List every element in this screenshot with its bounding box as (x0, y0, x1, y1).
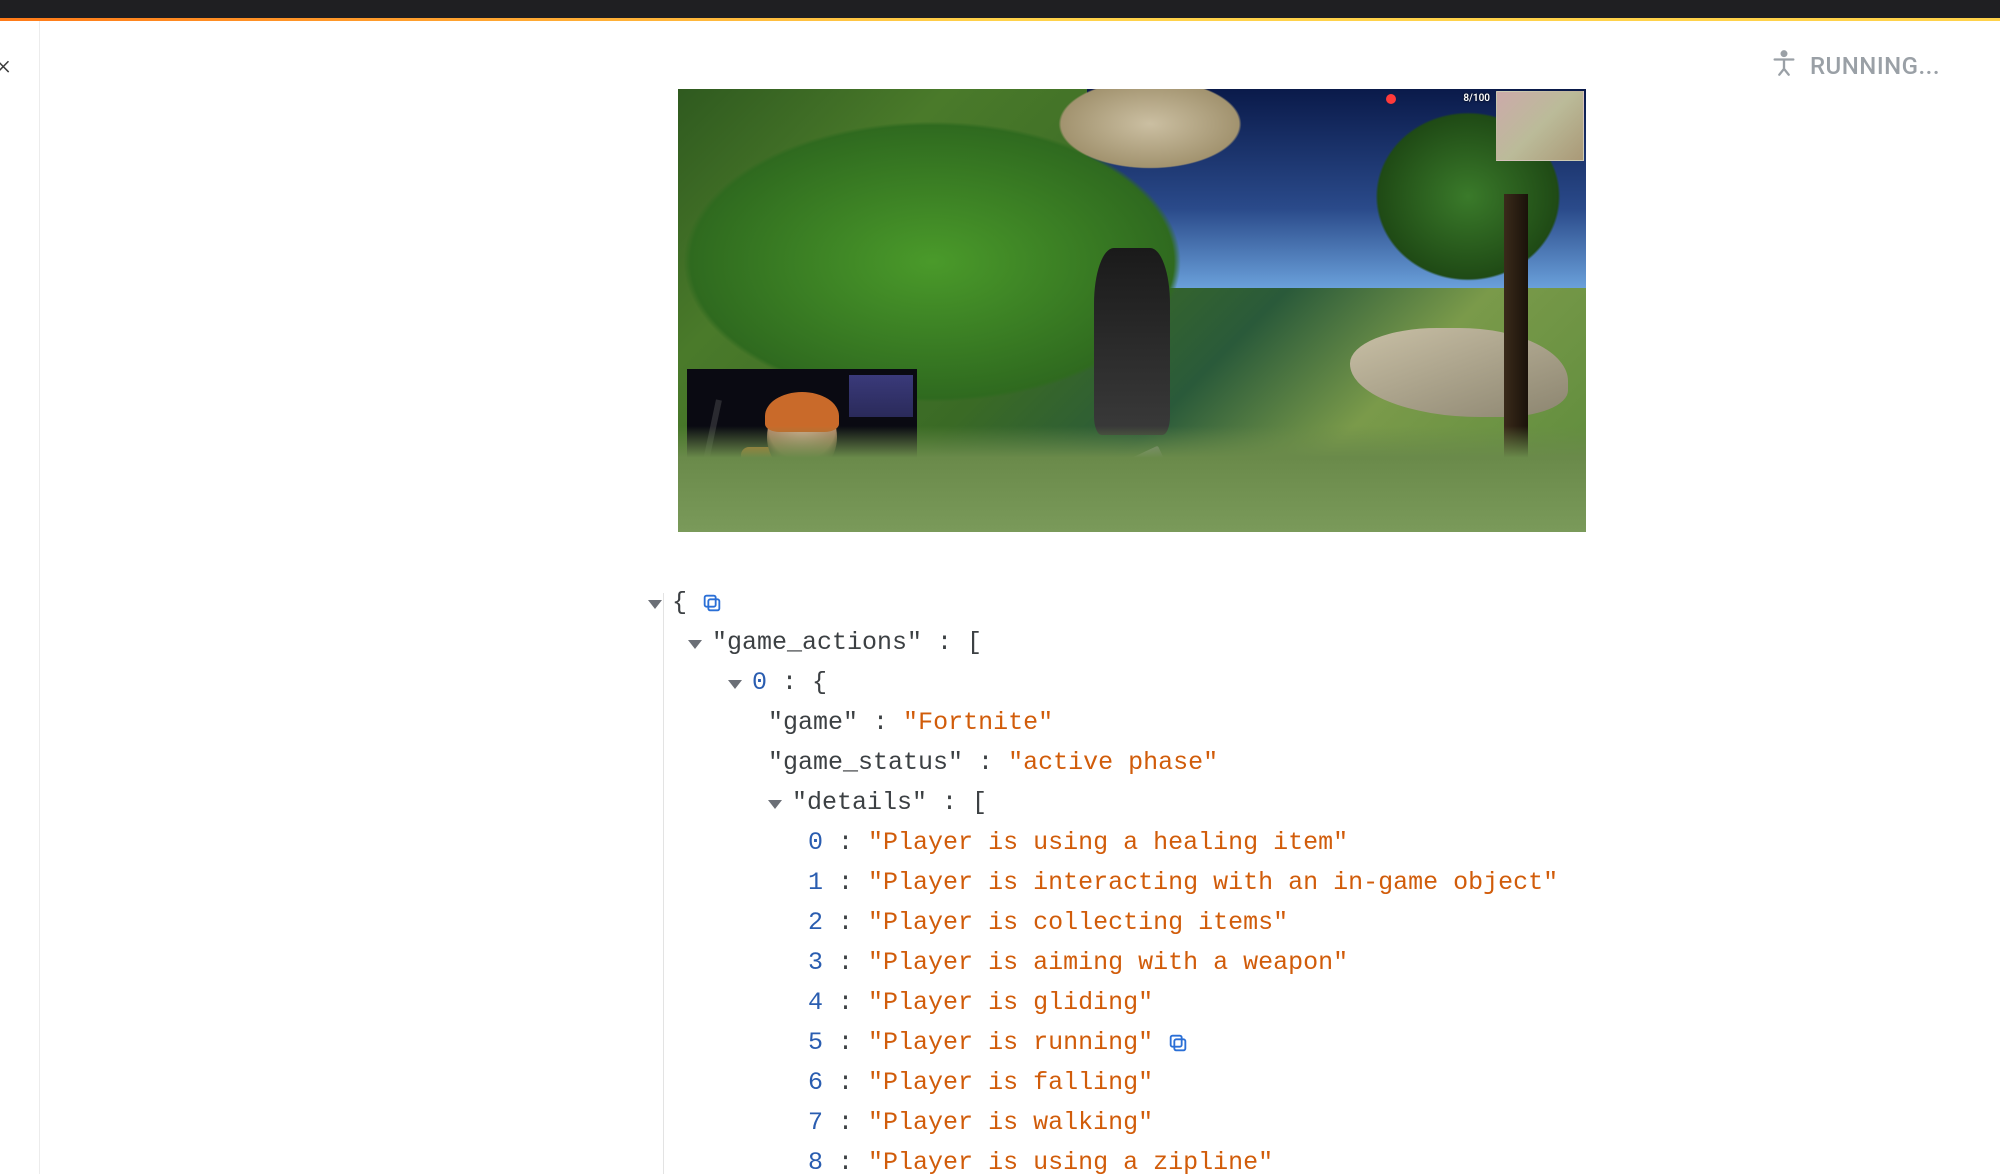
minimap (1496, 91, 1584, 161)
json-detail-row: 0 : "Player is using a healing item" (808, 823, 1558, 863)
copy-icon[interactable] (701, 592, 723, 614)
caret-icon[interactable] (728, 680, 742, 689)
json-root-open[interactable]: { (648, 583, 1558, 623)
player-character (1068, 222, 1195, 488)
json-detail-row: 4 : "Player is gliding" (808, 983, 1558, 1023)
json-detail-row: 3 : "Player is aiming with a weapon" (808, 943, 1558, 983)
json-detail-row: 6 : "Player is falling" (808, 1063, 1558, 1103)
streamer-webcam (687, 369, 917, 499)
copy-icon[interactable] (1167, 1032, 1189, 1054)
close-icon[interactable]: × (0, 51, 11, 79)
health-shield-bars (712, 503, 920, 522)
brand-watermark-left: GAMER SUPPS (712, 521, 797, 532)
game-screenshot: 8/100 STARFORGE GAMER SUP (678, 89, 1586, 532)
json-row-game-status: "game_status" : "active phase" (768, 743, 1558, 783)
accessibility-icon (1770, 49, 1798, 83)
json-detail-row: 7 : "Player is walking" (808, 1103, 1558, 1143)
window-top-bar (0, 0, 2000, 18)
inventory-slots (1422, 472, 1580, 502)
json-detail-row: 2 : "Player is collecting items" (808, 903, 1558, 943)
caret-icon[interactable] (688, 640, 702, 649)
caret-icon[interactable] (648, 600, 662, 609)
brand-watermark-center: STARFORGE (1084, 486, 1179, 524)
players-remaining: 8/100 (1463, 93, 1490, 104)
json-detail-row: 1 : "Player is interacting with an in-ga… (808, 863, 1558, 903)
run-status: RUNNING... (1770, 49, 1940, 83)
json-tree: { "game_actions" : [ 0 : { "game" : "For… (648, 583, 1558, 1174)
caret-icon[interactable] (768, 800, 782, 809)
json-key-details[interactable]: "details" : [ (768, 783, 1558, 823)
json-detail-row: 8 : "Player is using a zipline" (808, 1143, 1558, 1174)
json-key-game-actions[interactable]: "game_actions" : [ (688, 623, 1558, 663)
json-detail-row: 5 : "Player is running" (808, 1023, 1558, 1063)
run-status-label: RUNNING... (1810, 52, 1940, 80)
json-array-item-0[interactable]: 0 : { (728, 663, 1558, 703)
left-rail: × (0, 21, 40, 1174)
json-row-game: "game" : "Fortnite" (768, 703, 1558, 743)
